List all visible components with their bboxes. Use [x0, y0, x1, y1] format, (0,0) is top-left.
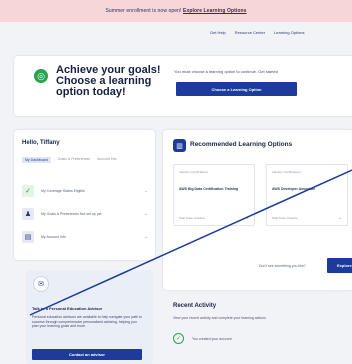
recommendation-card-1[interactable]: Industry Certifications AWS Big Data Cer…	[173, 164, 255, 226]
recommendation-category: Industry Certifications	[179, 170, 208, 174]
banner-link[interactable]: Explore Learning Options	[183, 8, 247, 14]
advisor-description: Personal education advisors are availabl…	[32, 315, 142, 328]
goals-card: ◎ Achieve your goals! Choose a learning …	[14, 56, 352, 116]
recommendation-category: Industry Certifications	[272, 170, 301, 174]
document-icon: ▥	[173, 139, 186, 152]
tab-my-dashboard[interactable]: My Dashboard	[22, 157, 51, 163]
chat-icon: ✉	[33, 276, 49, 292]
goals-preferences-row[interactable]: ♟ My Goals & Preferences Not set up yet …	[22, 207, 148, 221]
arrow-right-icon: →	[143, 188, 148, 194]
arrow-right-icon: →	[143, 211, 148, 217]
explore-button[interactable]: Explore	[327, 258, 352, 273]
nav-get-help[interactable]: Get Help	[210, 30, 226, 35]
welcome-tabs: My Dashboard Goals & Preferences Account…	[22, 157, 117, 163]
top-navigation: Get Help Resource Center Learning Option…	[210, 27, 305, 37]
recent-activity-title: Recent Activity	[173, 303, 217, 309]
card-icon: ▤	[22, 231, 34, 243]
arrow-right-icon: →	[143, 234, 148, 240]
gauge-icon: ✓	[22, 185, 34, 197]
nav-learning-options[interactable]: Learning Options	[274, 30, 304, 35]
welcome-title: Hello, Tiffany	[22, 140, 60, 146]
coverage-status-row[interactable]: ✓ My Coverage Status Eligible →	[22, 184, 148, 198]
recommendation-name: AWS Big Data Certification Training	[179, 187, 239, 191]
activity-item-text: You created your account	[192, 336, 232, 341]
account-info-row[interactable]: ▤ My Account Info →	[22, 230, 148, 244]
welcome-card: Hello, Tiffany My Dashboard Goals & Pref…	[14, 130, 155, 260]
coverage-status-text: My Coverage Status Eligible	[41, 188, 85, 193]
goals-title: Achieve your goals! Choose a learning op…	[56, 64, 161, 98]
target-icon: ◎	[34, 69, 48, 83]
account-info-text: My Account Info	[41, 234, 66, 239]
goals-text: You must choose a learning option to con…	[174, 69, 278, 74]
recent-activity-subtitle: View your recent activity and complete y…	[173, 316, 266, 320]
banner-text: Summer enrollment is now open!	[105, 8, 182, 14]
dont-see-something-text: Don't see something you like?	[259, 264, 306, 268]
goals-preferences-text: My Goals & Preferences Not set up yet	[41, 211, 102, 216]
arrow-right-icon: →	[337, 215, 342, 221]
nav-resource-center[interactable]: Resource Center	[235, 30, 265, 35]
advisor-card: ✉ Talk to a Personal Education Advisor P…	[26, 270, 153, 364]
tab-goals-preferences[interactable]: Goals & Preferences	[58, 157, 90, 163]
tab-account-info[interactable]: Account Info	[97, 157, 116, 163]
announcement-banner: Summer enrollment is now open! Explore L…	[0, 0, 352, 22]
choose-learning-option-button[interactable]: Choose a Learning Option	[176, 82, 297, 96]
advisor-title: Talk to a Personal Education Advisor	[32, 306, 103, 311]
recommendation-card-2[interactable]: Industry Certifications AWS Developer As…	[266, 164, 348, 226]
user-icon: ♟	[22, 208, 34, 220]
recommendation-name: AWS Developer Associate	[272, 187, 316, 191]
contact-advisor-button[interactable]: Contact an advisor	[32, 349, 142, 360]
activity-item: ✓ You created your account	[173, 333, 232, 344]
check-circle-icon: ✓	[173, 333, 184, 344]
recommendation-start-date: Start Date: Anytime	[179, 216, 205, 220]
arrow-right-icon: →	[244, 215, 249, 221]
recommended-learning-card: ▥ Recommended Learning Options Industry …	[163, 130, 352, 290]
recommended-title: Recommended Learning Options	[190, 141, 293, 148]
recommendation-start-date: Start Date: Anytime	[272, 216, 298, 220]
